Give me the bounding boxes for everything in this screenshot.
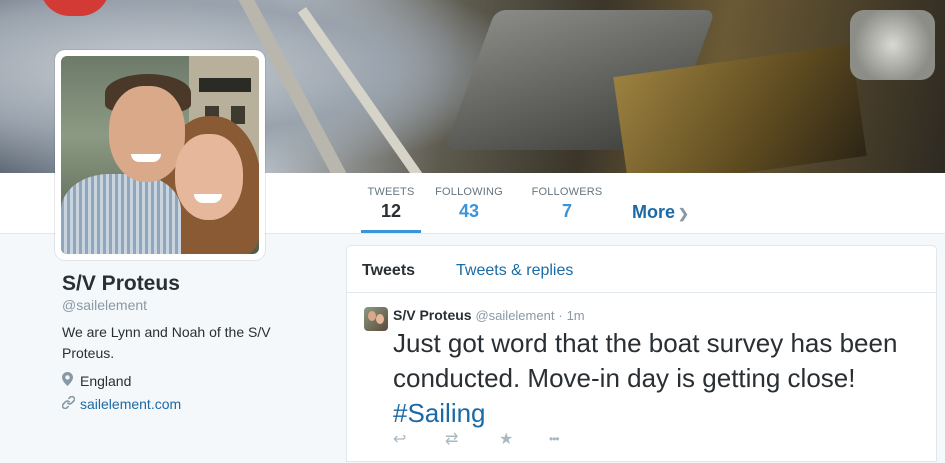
profile-avatar[interactable] — [55, 50, 265, 260]
stat-value: 12 — [380, 201, 402, 221]
stat-value: 43 — [458, 201, 480, 221]
tweet-header: S/V Proteus @sailelement · 1m — [393, 307, 585, 323]
website-link[interactable]: sailelement.com — [80, 396, 181, 412]
stat-label: FOLLOWERS — [531, 186, 603, 198]
profile-website: sailelement.com — [61, 395, 181, 412]
photo-man-smile — [131, 154, 161, 162]
photo-woman-face — [175, 134, 243, 220]
chevron-down-icon: ❯ — [678, 206, 689, 221]
tweet-separator: · — [558, 308, 563, 323]
tweet-avatar[interactable] — [364, 307, 388, 331]
tweet-author-handle[interactable]: @sailelement — [475, 308, 554, 323]
more-dots-icon[interactable]: ••• — [549, 432, 560, 446]
more-label: More — [632, 202, 676, 222]
map-pin-icon — [62, 372, 80, 389]
reply-icon[interactable]: ↩ — [393, 429, 406, 449]
stat-label: FOLLOWING — [435, 186, 503, 198]
profile-name[interactable]: S/V Proteus — [62, 272, 180, 296]
banner-winch — [850, 10, 935, 80]
stat-tweets[interactable]: TWEETS 12 — [361, 173, 421, 233]
stat-value: 7 — [561, 201, 572, 221]
profile-location: England — [62, 372, 131, 389]
location-text: England — [80, 373, 132, 389]
profile-handle: @sailelement — [62, 297, 148, 313]
avatar-photo — [61, 56, 259, 254]
tweet-author-name[interactable]: S/V Proteus — [393, 307, 472, 323]
timeline-tabs: Tweets Tweets & replies — [347, 246, 936, 293]
photo-man-shirt — [61, 174, 181, 254]
stat-followers[interactable]: FOLLOWERS 7 — [531, 173, 603, 233]
tweet-body: Just got word that the boat survey has b… — [393, 328, 898, 393]
tweet-timestamp[interactable]: 1m — [567, 308, 585, 323]
favorite-star-icon[interactable]: ★ — [499, 429, 513, 449]
stat-following[interactable]: FOLLOWING 43 — [434, 173, 504, 233]
hashtag-link[interactable]: #Sailing — [393, 398, 486, 428]
retweet-icon[interactable]: ⇄ — [445, 429, 458, 449]
profile-bio: We are Lynn and Noah of the S/V Proteus. — [62, 324, 271, 361]
link-icon — [61, 395, 80, 412]
tweet[interactable]: S/V Proteus @sailelement · 1m Just got w… — [347, 293, 936, 463]
photo-man-face — [109, 86, 185, 182]
stat-label: TWEETS — [367, 186, 415, 198]
tab-tweets[interactable]: Tweets — [362, 262, 415, 280]
tweet-text: Just got word that the boat survey has b… — [393, 326, 923, 431]
tab-tweets-replies[interactable]: Tweets & replies — [456, 262, 573, 280]
timeline: Tweets Tweets & replies S/V Proteus @sai… — [346, 245, 937, 462]
photo-sign — [199, 78, 251, 92]
more-menu-button[interactable]: More ❯ — [632, 202, 689, 223]
